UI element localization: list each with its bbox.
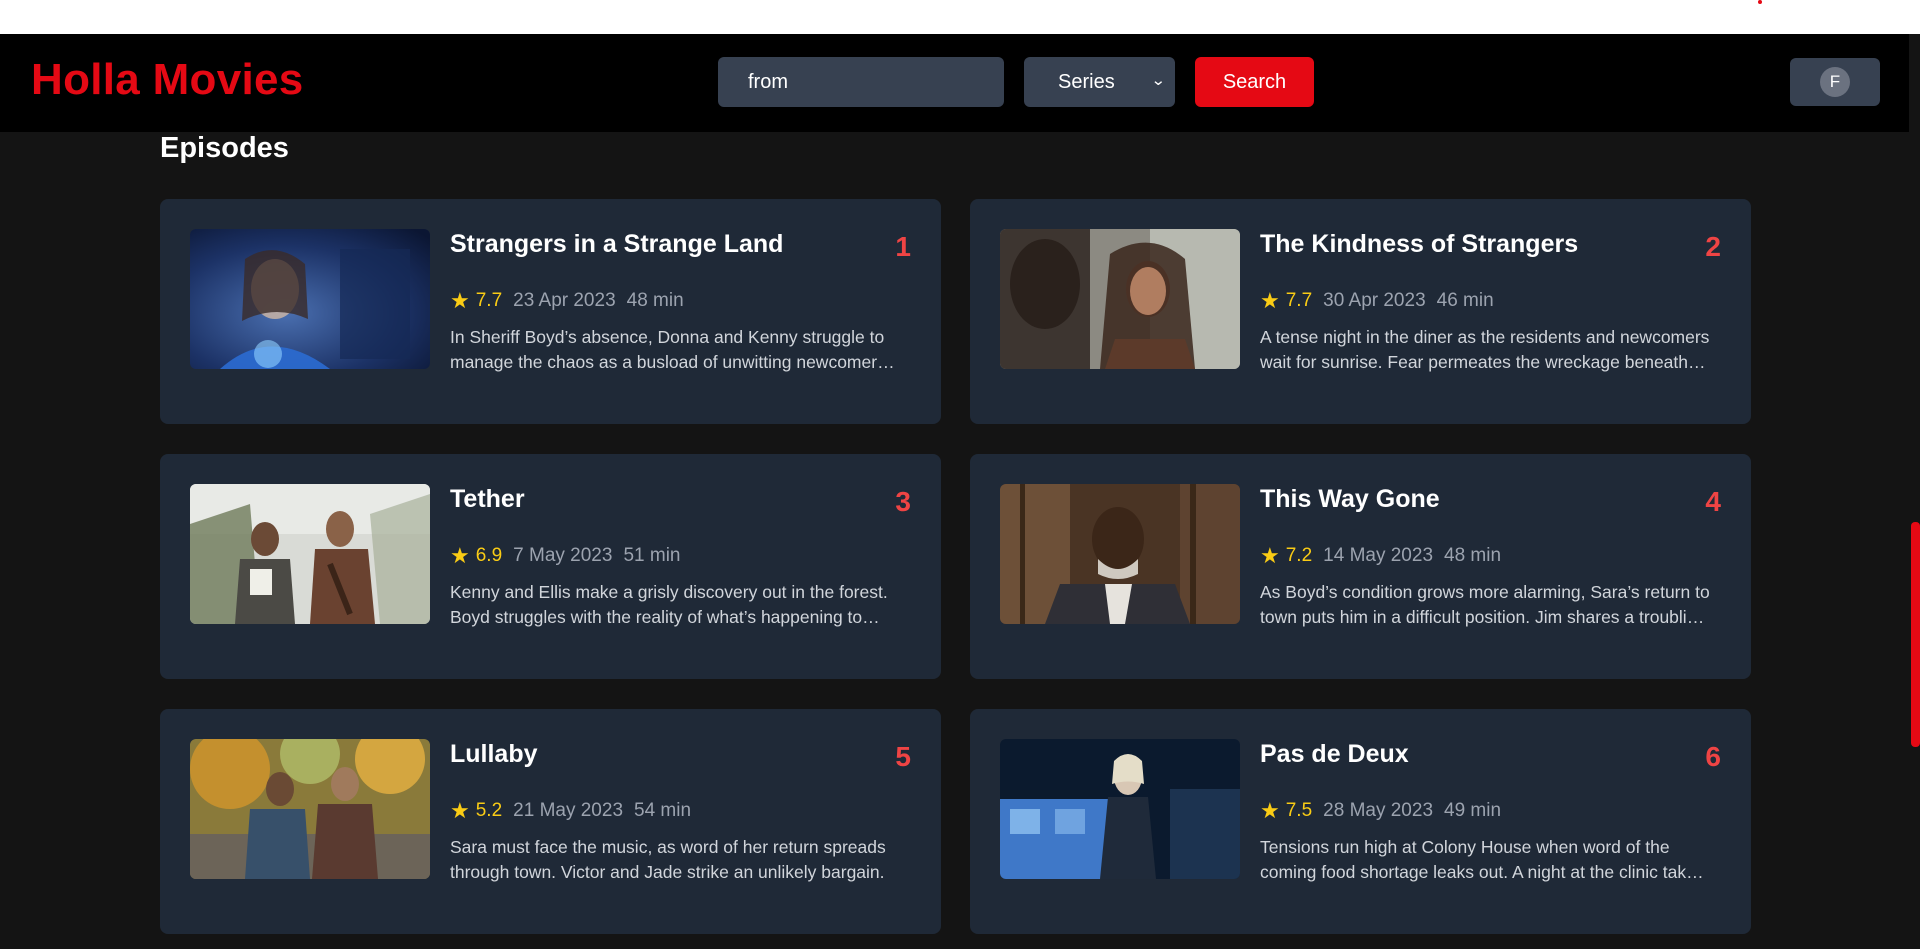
episode-card[interactable]: Tether 3 ★ 6.9 7 May 2023 51 min Kenny a… — [160, 454, 941, 679]
episode-description: Kenny and Ellis make a grisly discovery … — [450, 582, 888, 627]
episode-card[interactable]: Pas de Deux 6 ★ 7.5 28 May 2023 49 min T… — [970, 709, 1751, 934]
episode-date: 23 Apr 2023 — [513, 290, 616, 311]
episode-card[interactable]: The Kindness of Strangers 2 ★ 7.7 30 Apr… — [970, 199, 1751, 424]
search-button[interactable]: Search — [1195, 57, 1314, 107]
episode-description: A tense night in the diner as the reside… — [1260, 327, 1710, 372]
episode-thumbnail[interactable] — [190, 484, 430, 624]
episode-date: 28 May 2023 — [1323, 800, 1434, 821]
episode-date: 30 Apr 2023 — [1323, 290, 1426, 311]
episode-date: 21 May 2023 — [513, 800, 624, 821]
type-select-value: Series — [1058, 70, 1115, 93]
site-logo[interactable]: Holla Movies — [31, 54, 304, 107]
episode-meta: ★ 7.7 30 Apr 2023 46 min — [1260, 288, 1494, 314]
episode-rating: 5.2 — [475, 800, 503, 821]
section-title: Episodes — [160, 132, 289, 164]
episode-runtime: 46 min — [1436, 290, 1494, 311]
episode-thumbnail[interactable] — [1000, 739, 1240, 879]
episode-title[interactable]: The Kindness of Strangers — [1260, 229, 1680, 259]
browser-top-strip — [0, 0, 1920, 34]
episode-runtime: 54 min — [634, 800, 692, 821]
episode-thumbnail[interactable] — [1000, 229, 1240, 369]
episode-runtime: 49 min — [1444, 800, 1502, 821]
episode-card[interactable]: Strangers in a Strange Land 1 ★ 7.7 23 A… — [160, 199, 941, 424]
type-select[interactable]: Series ⌄ — [1024, 57, 1175, 107]
episode-date: 14 May 2023 — [1323, 545, 1434, 566]
episode-meta: ★ 5.2 21 May 2023 54 min — [450, 798, 691, 824]
profile-button[interactable]: F — [1790, 58, 1880, 106]
episode-description: As Boyd’s condition grows more alarming,… — [1260, 582, 1710, 627]
notification-dot — [1758, 0, 1762, 4]
episode-title[interactable]: Tether — [450, 484, 870, 514]
episode-title[interactable]: Pas de Deux — [1260, 739, 1680, 769]
episode-number: 1 — [895, 231, 911, 262]
episode-runtime: 48 min — [626, 290, 684, 311]
episode-title[interactable]: This Way Gone — [1260, 484, 1680, 514]
episode-description: In Sheriff Boyd’s absence, Donna and Ken… — [450, 327, 886, 372]
episode-number: 6 — [1705, 741, 1721, 772]
episode-rating: 6.9 — [475, 545, 503, 566]
episode-card[interactable]: Lullaby 5 ★ 5.2 21 May 2023 54 min Sara … — [160, 709, 941, 934]
star-icon: ★ — [1260, 543, 1280, 568]
episode-meta: ★ 7.2 14 May 2023 48 min — [1260, 543, 1501, 569]
episode-thumbnail[interactable] — [190, 739, 430, 879]
episode-card[interactable]: This Way Gone 4 ★ 7.2 14 May 2023 48 min… — [970, 454, 1751, 679]
episode-rating: 7.5 — [1285, 800, 1313, 821]
chevron-down-icon: ⌄ — [1151, 72, 1167, 89]
episode-meta: ★ 7.5 28 May 2023 49 min — [1260, 798, 1501, 824]
episode-number: 4 — [1705, 486, 1721, 517]
star-icon: ★ — [1260, 288, 1280, 313]
episode-runtime: 48 min — [1444, 545, 1502, 566]
star-icon: ★ — [450, 798, 470, 823]
episode-meta: ★ 7.7 23 Apr 2023 48 min — [450, 288, 684, 314]
episode-runtime: 51 min — [623, 545, 681, 566]
episode-rating: 7.2 — [1285, 545, 1313, 566]
avatar: F — [1820, 67, 1850, 97]
episode-description: Sara must face the music, as word of her… — [450, 837, 886, 882]
episode-description: Tensions run high at Colony House when w… — [1260, 837, 1705, 882]
episode-number: 2 — [1705, 231, 1721, 262]
episode-rating: 7.7 — [475, 290, 503, 311]
episode-meta: ★ 6.9 7 May 2023 51 min — [450, 543, 680, 569]
episode-thumbnail[interactable] — [190, 229, 430, 369]
episode-date: 7 May 2023 — [513, 545, 613, 566]
episode-thumbnail[interactable] — [1000, 484, 1240, 624]
navbar: Holla Movies Series ⌄ Search F — [0, 34, 1909, 132]
star-icon: ★ — [1260, 798, 1280, 823]
episode-number: 5 — [895, 741, 911, 772]
episode-number: 3 — [895, 486, 911, 517]
episode-title[interactable]: Lullaby — [450, 739, 870, 769]
star-icon: ★ — [450, 543, 470, 568]
search-input[interactable] — [718, 57, 1004, 107]
scrollbar-track[interactable] — [1909, 34, 1920, 949]
episode-title[interactable]: Strangers in a Strange Land — [450, 229, 870, 259]
star-icon: ★ — [450, 288, 470, 313]
episode-rating: 7.7 — [1285, 290, 1313, 311]
scrollbar-thumb[interactable] — [1911, 522, 1920, 747]
